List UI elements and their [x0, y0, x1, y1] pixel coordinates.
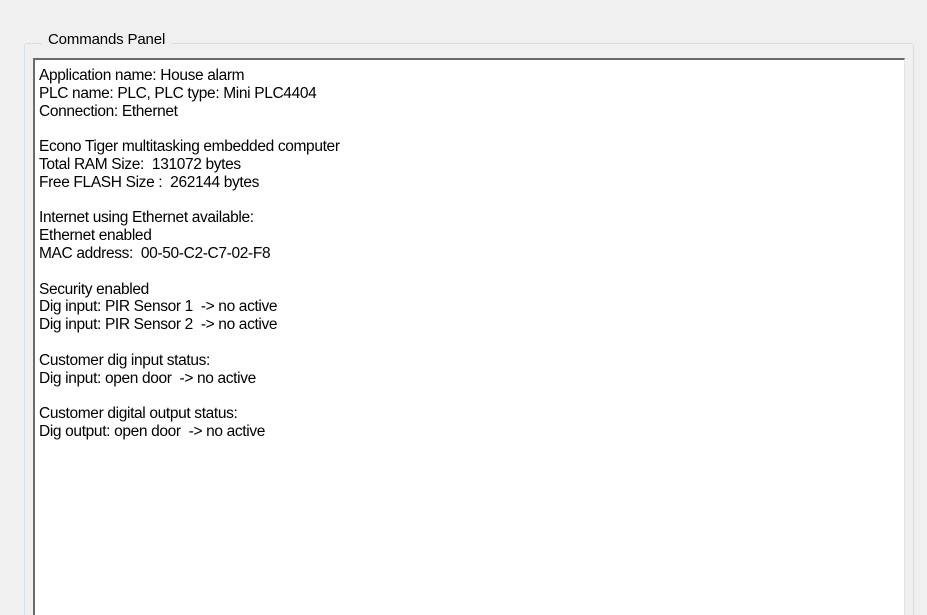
output-line: Econo Tiger multitasking embedded comput… — [39, 138, 340, 156]
output-line: Dig input: PIR Sensor 1 -> no active — [39, 298, 278, 316]
output-line: Application name: House alarm — [39, 67, 245, 84]
output-line: Customer digital output status: — [39, 405, 238, 423]
output-line: Security enabled — [39, 280, 149, 298]
commands-panel-title: Commands Panel — [42, 30, 173, 50]
output-line: MAC address: 00-50-C2-C7-02-F8 — [39, 244, 271, 262]
commands-window: Commands Panel Application name: House a… — [0, 0, 927, 615]
output-line: Dig input: PIR Sensor 2 -> no active — [39, 316, 278, 334]
output-line: Dig input: open door -> no active — [39, 369, 256, 387]
output-line: Ethernet enabled — [39, 227, 152, 245]
output-line: Dig output: open door -> no active — [39, 422, 266, 440]
output-line: Connection: Ethernet — [39, 102, 178, 120]
commands-output-textbox[interactable]: Application name: House alarm PLC name: … — [33, 58, 905, 615]
output-line: Internet using Ethernet available: — [39, 209, 254, 227]
output-line: Free FLASH Size : 262144 bytes — [39, 173, 260, 191]
output-line: Customer dig input status: — [39, 351, 210, 369]
output-line: PLC name: PLC, PLC type: Mini PLC4404 — [39, 84, 317, 102]
output-line: Total RAM Size: 131072 bytes — [39, 155, 241, 173]
